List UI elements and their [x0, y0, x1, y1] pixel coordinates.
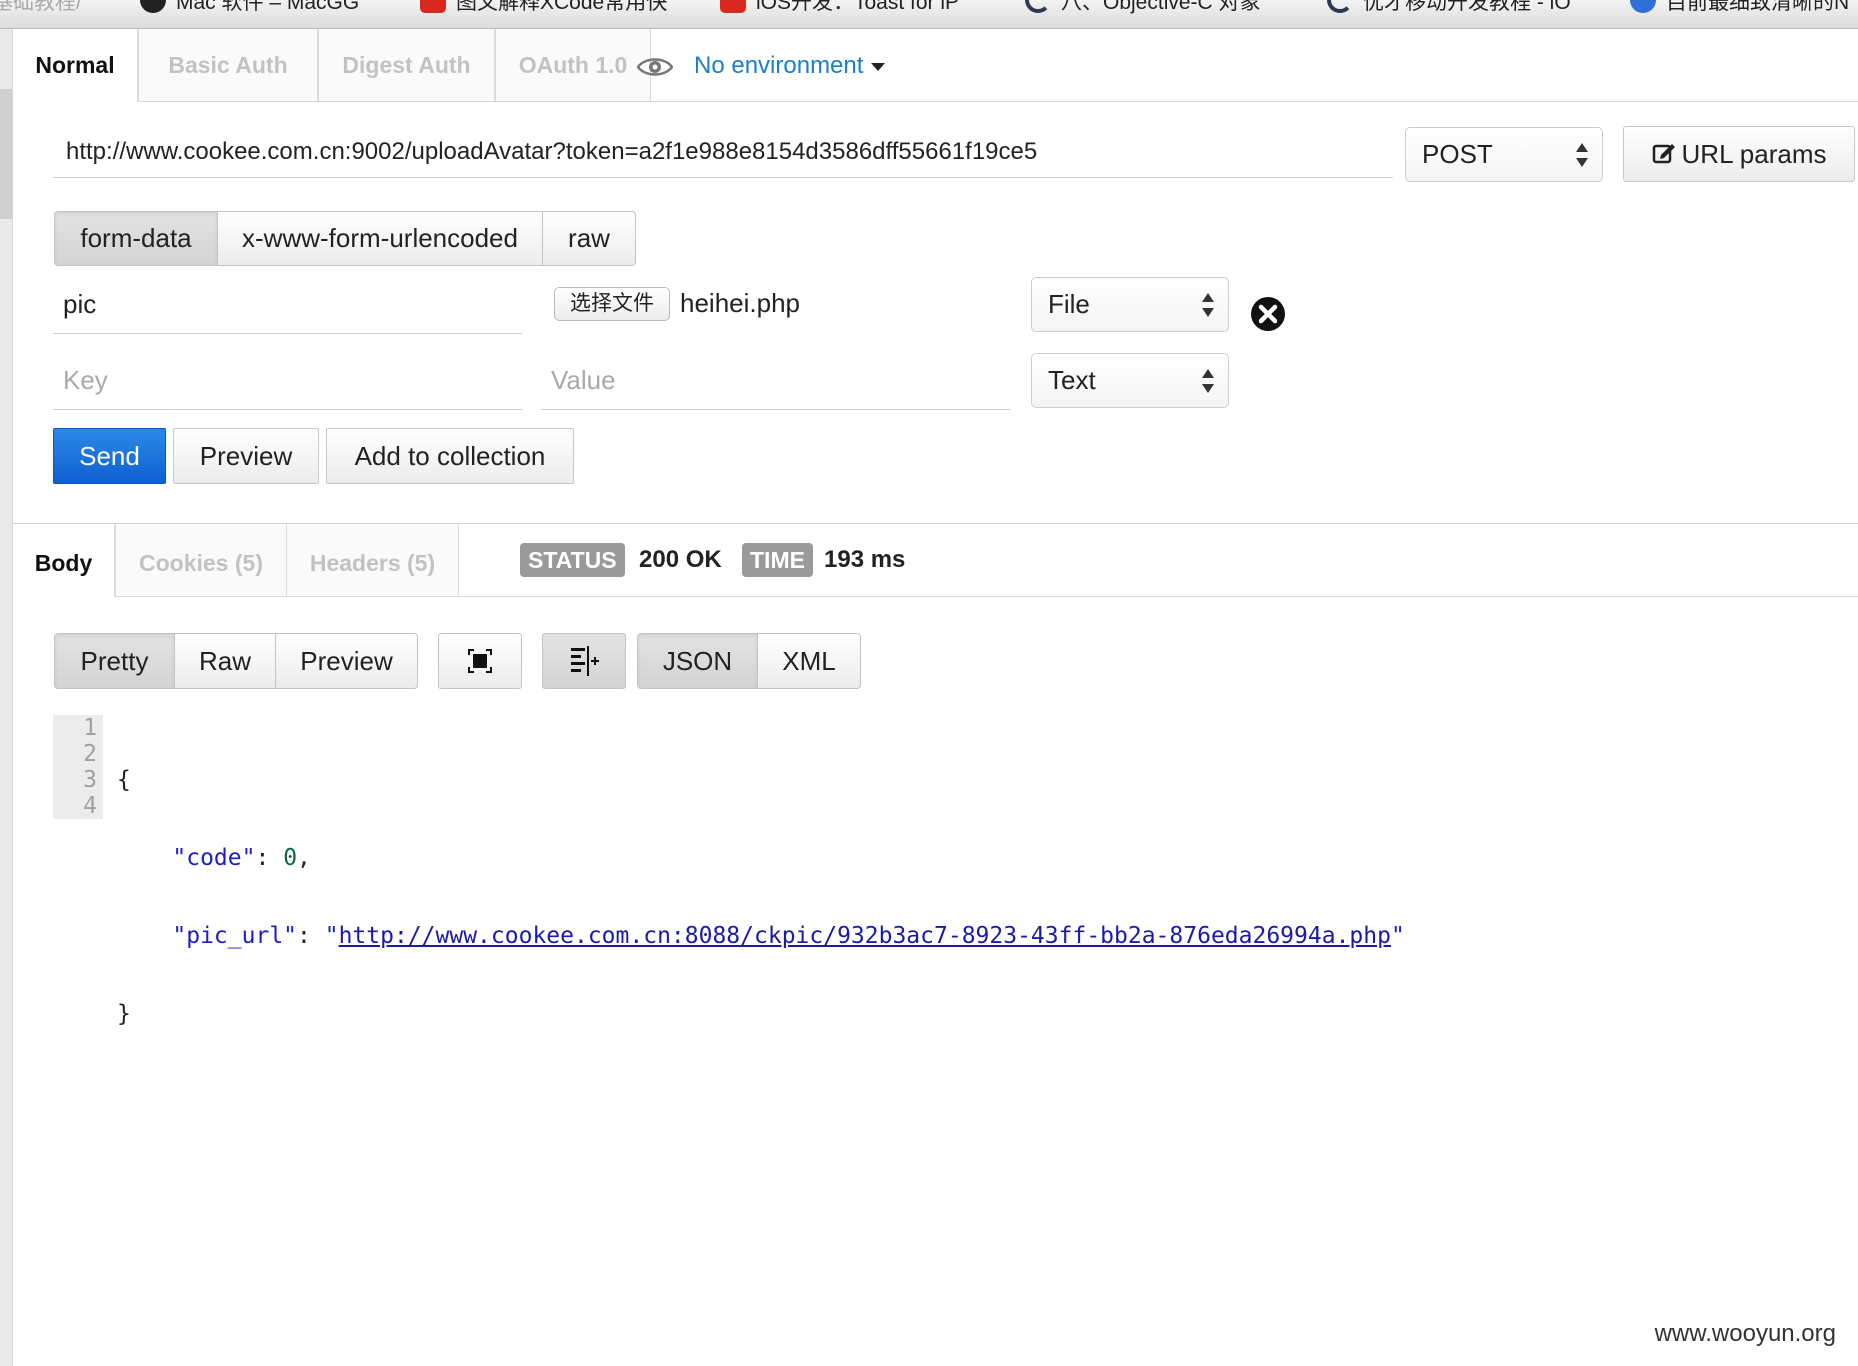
blue-favicon-icon: [1630, 0, 1656, 14]
form-type-select[interactable]: Text: [1031, 353, 1229, 408]
bookmark-5[interactable]: 优才移动开发教程 - iO: [1327, 0, 1571, 18]
line-number-gutter: 1 2 3 4: [53, 715, 103, 819]
fullscreen-button[interactable]: [438, 633, 522, 689]
code-line: "code": 0,: [172, 845, 311, 871]
bookmark-0[interactable]: 基础教程/: [0, 0, 82, 18]
form-value-input[interactable]: Value: [541, 355, 1010, 410]
body-type-raw[interactable]: raw: [543, 212, 635, 265]
macgg-favicon-icon: [140, 0, 166, 14]
format-selector: JSON XML: [637, 633, 861, 689]
wrap-lines-button[interactable]: [542, 633, 626, 689]
format-json[interactable]: JSON: [638, 634, 758, 688]
bookmark-6[interactable]: 目前最细致清晰的N: [1630, 0, 1849, 18]
bookmark-label: 目前最细致清晰的N: [1666, 0, 1850, 14]
chosen-file-name: heihei.php: [680, 288, 800, 318]
send-button[interactable]: Send: [53, 428, 166, 484]
view-preview[interactable]: Preview: [276, 634, 417, 688]
ring-favicon-icon: [1025, 0, 1051, 14]
open-brace: {: [117, 767, 131, 793]
select-arrows-icon: [1576, 142, 1588, 168]
line-number: 3: [83, 767, 97, 793]
line-number: 2: [83, 741, 97, 767]
body-type-form-data[interactable]: form-data: [55, 212, 218, 265]
wrap-lines-icon: [571, 646, 599, 676]
view-pretty[interactable]: Pretty: [55, 634, 175, 688]
bookmark-3[interactable]: iOS开发：Toast for iP: [720, 0, 959, 18]
code-line: {: [117, 767, 1405, 793]
code-line: }: [117, 1001, 1405, 1027]
preview-button[interactable]: Preview: [173, 428, 319, 484]
form-type-select[interactable]: File: [1031, 277, 1229, 332]
pic-url-link[interactable]: http://www.cookee.com.cn:8088/ckpic/932b…: [339, 923, 1391, 949]
tab-basic-auth[interactable]: Basic Auth: [138, 29, 318, 101]
tab-normal[interactable]: Normal: [13, 29, 138, 102]
bookmark-2[interactable]: 图文解释XCode常用快: [420, 0, 667, 18]
body-type-urlencoded[interactable]: x-www-form-urlencoded: [218, 212, 543, 265]
view-mode-selector: Pretty Raw Preview: [54, 633, 418, 689]
edit-icon: [1652, 144, 1675, 164]
form-key-input[interactable]: Key: [53, 355, 522, 410]
line-number: 4: [83, 793, 97, 819]
time-badge: TIME: [742, 543, 813, 577]
status-value: 200 OK: [639, 546, 722, 573]
response-tabs: Body Cookies (5) Headers (5): [13, 524, 1858, 597]
environment-label: No environment: [694, 52, 864, 79]
environment-selector[interactable]: No environment: [694, 47, 886, 85]
line-number: 1: [83, 715, 97, 741]
close-icon[interactable]: [1250, 296, 1286, 332]
watermark: www.wooyun.org: [1654, 1320, 1836, 1347]
choose-file-button[interactable]: 选择文件: [554, 287, 670, 321]
bookmark-1[interactable]: Mac 软件 – MacGG: [140, 0, 359, 18]
eye-icon[interactable]: [637, 56, 673, 78]
view-raw[interactable]: Raw: [175, 634, 276, 688]
bookmarks-bar: 基础教程/ Mac 软件 – MacGG 图文解释XCode常用快 iOS开发：…: [0, 0, 1858, 29]
bookmark-label: Mac 软件 – MacGG: [176, 0, 360, 14]
json-key-pic-url: "pic_url": [172, 923, 298, 949]
csdn-favicon-icon: [420, 0, 446, 14]
close-brace: }: [117, 1001, 131, 1027]
bookmark-label: 八、Objective-C 对象: [1061, 0, 1261, 14]
form-key-field[interactable]: pic: [53, 279, 522, 334]
tab-oauth[interactable]: OAuth 1.0: [495, 29, 651, 101]
select-arrows-icon: [1202, 292, 1214, 318]
chevron-down-icon: [871, 62, 886, 71]
tab-cookies[interactable]: Cookies (5): [115, 524, 287, 596]
auth-tabs: Normal Basic Auth Digest Auth OAuth 1.0: [13, 29, 1858, 102]
postman-window: 基础教程/ Mac 软件 – MacGG 图文解释XCode常用快 iOS开发：…: [0, 0, 1858, 1366]
bookmark-label: iOS开发：Toast for iP: [756, 0, 960, 14]
url-input[interactable]: http://www.cookee.com.cn:9002/uploadAvat…: [53, 130, 1393, 178]
format-xml[interactable]: XML: [758, 634, 860, 688]
body-type-selector: form-data x-www-form-urlencoded raw: [54, 211, 636, 266]
tab-body[interactable]: Body: [13, 524, 115, 597]
scroll-thumb[interactable]: [0, 89, 12, 219]
csdn-favicon-icon: [720, 0, 746, 14]
url-params-label: URL params: [1681, 139, 1827, 169]
time-value: 193 ms: [824, 546, 906, 573]
bookmark-label: 优才移动开发教程 - iO: [1363, 0, 1571, 14]
method-select[interactable]: POST: [1405, 127, 1603, 182]
method-value: POST: [1422, 139, 1493, 169]
bookmark-label: 图文解释XCode常用快: [456, 0, 668, 14]
status-badge: STATUS: [520, 543, 625, 577]
bookmark-4[interactable]: 八、Objective-C 对象: [1025, 0, 1261, 18]
add-to-collection-button[interactable]: Add to collection: [326, 428, 574, 484]
tab-headers[interactable]: Headers (5): [287, 524, 459, 596]
json-value-code: 0: [283, 845, 298, 871]
form-type-value: Text: [1048, 365, 1096, 395]
code-line: "pic_url": "http://www.cookee.com.cn:808…: [172, 923, 1405, 949]
left-scroll-gutter[interactable]: [0, 29, 13, 1366]
json-source: { "code": 0, "pic_url": "http://www.cook…: [117, 715, 1405, 1079]
fullscreen-icon: [468, 649, 492, 673]
url-params-button[interactable]: URL params: [1623, 126, 1855, 182]
form-type-value: File: [1048, 289, 1090, 319]
json-key-code: "code": [172, 845, 256, 871]
tab-digest-auth[interactable]: Digest Auth: [318, 29, 495, 101]
select-arrows-icon: [1202, 368, 1214, 394]
bookmark-label: 基础教程/: [0, 0, 82, 14]
ring-favicon-icon: [1327, 0, 1353, 14]
